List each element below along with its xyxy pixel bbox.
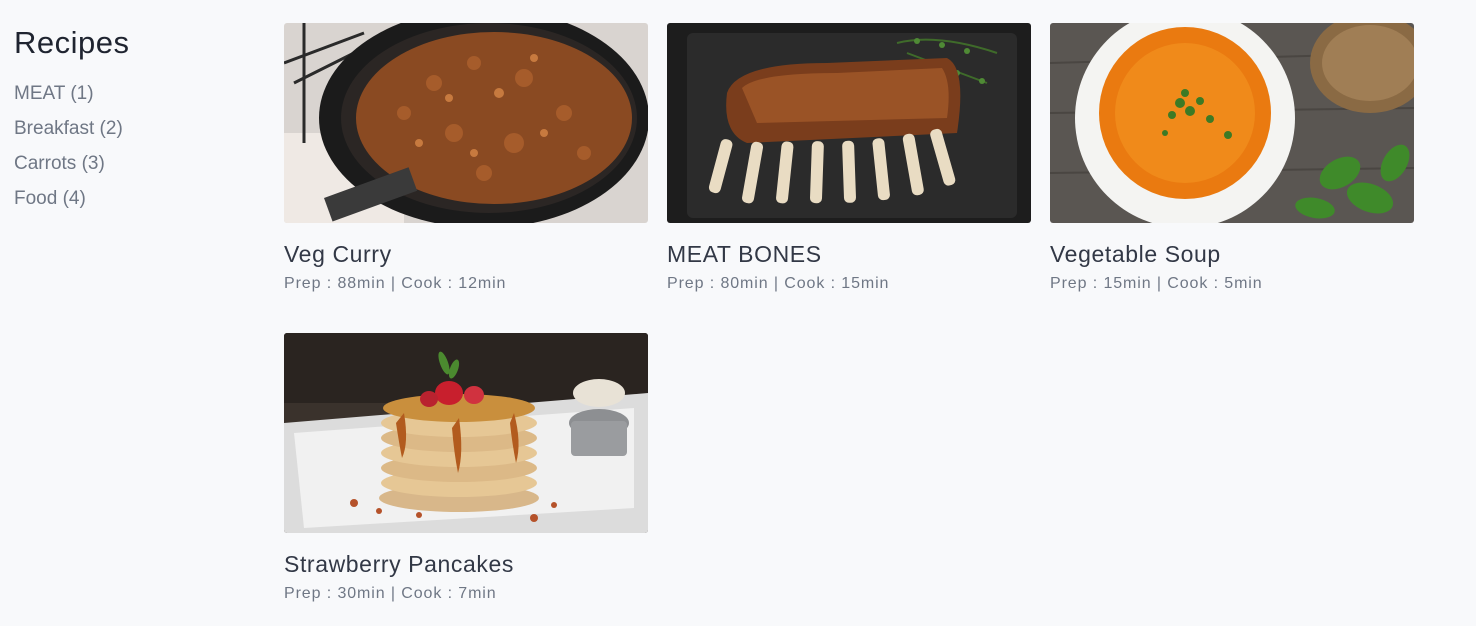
category-count: (2) xyxy=(99,118,123,139)
cook-label: Cook xyxy=(784,275,826,292)
cook-time: 5min xyxy=(1224,275,1263,292)
category-link-breakfast[interactable]: Breakfast (2) xyxy=(14,111,254,146)
prep-label: Prep xyxy=(667,275,705,292)
category-sidebar: Recipes MEAT (1) Breakfast (2) Carrots (… xyxy=(14,24,254,216)
recipe-image-veg-curry[interactable] xyxy=(284,23,648,223)
prep-label: Prep xyxy=(1050,275,1088,292)
recipe-title[interactable]: MEAT BONES xyxy=(667,240,1031,268)
cook-label: Cook xyxy=(401,275,443,292)
recipe-times: Prep : 88min | Cook : 12min xyxy=(284,275,507,292)
recipe-image-vegetable-soup[interactable] xyxy=(1050,23,1414,223)
prep-label: Prep xyxy=(284,585,322,602)
recipe-card[interactable]: Vegetable Soup Prep : 15min | Cook : 5mi… xyxy=(1050,23,1414,295)
category-count: (1) xyxy=(70,83,94,104)
cook-label: Cook xyxy=(1167,275,1209,292)
category-link-food[interactable]: Food (4) xyxy=(14,181,254,216)
recipe-times: Prep : 80min | Cook : 15min xyxy=(667,275,890,292)
category-link-carrots[interactable]: Carrots (3) xyxy=(14,146,254,181)
category-name: Food xyxy=(14,188,58,209)
category-count: (3) xyxy=(81,153,105,174)
cook-time: 15min xyxy=(841,275,890,292)
prep-time: 88min xyxy=(337,275,386,292)
page-title: Recipes xyxy=(14,25,130,60)
category-link-meat[interactable]: MEAT (1) xyxy=(14,76,254,111)
recipe-title[interactable]: Vegetable Soup xyxy=(1050,240,1414,268)
recipe-times: Prep : 30min | Cook : 7min xyxy=(284,585,497,602)
prep-time: 30min xyxy=(337,585,386,602)
category-count: (4) xyxy=(62,188,86,209)
prep-time: 80min xyxy=(720,275,769,292)
recipe-times: Prep : 15min | Cook : 5min xyxy=(1050,275,1263,292)
category-name: MEAT xyxy=(14,83,66,104)
recipe-card[interactable]: Veg Curry Prep : 88min | Cook : 12min xyxy=(284,23,648,295)
cook-label: Cook xyxy=(401,585,443,602)
cook-time: 7min xyxy=(458,585,497,602)
cook-time: 12min xyxy=(458,275,507,292)
prep-time: 15min xyxy=(1103,275,1152,292)
category-name: Breakfast xyxy=(14,118,95,139)
recipe-title[interactable]: Strawberry Pancakes xyxy=(284,550,648,578)
recipes-page: Recipes MEAT (1) Breakfast (2) Carrots (… xyxy=(0,0,1476,626)
recipe-card[interactable]: MEAT BONES Prep : 80min | Cook : 15min xyxy=(667,23,1031,295)
prep-label: Prep xyxy=(284,275,322,292)
recipe-image-meat-bones[interactable] xyxy=(667,23,1031,223)
recipe-card[interactable]: Strawberry Pancakes Prep : 30min | Cook … xyxy=(284,333,648,605)
recipe-title[interactable]: Veg Curry xyxy=(284,240,648,268)
recipe-image-strawberry-pancakes[interactable] xyxy=(284,333,648,533)
category-name: Carrots xyxy=(14,153,77,174)
